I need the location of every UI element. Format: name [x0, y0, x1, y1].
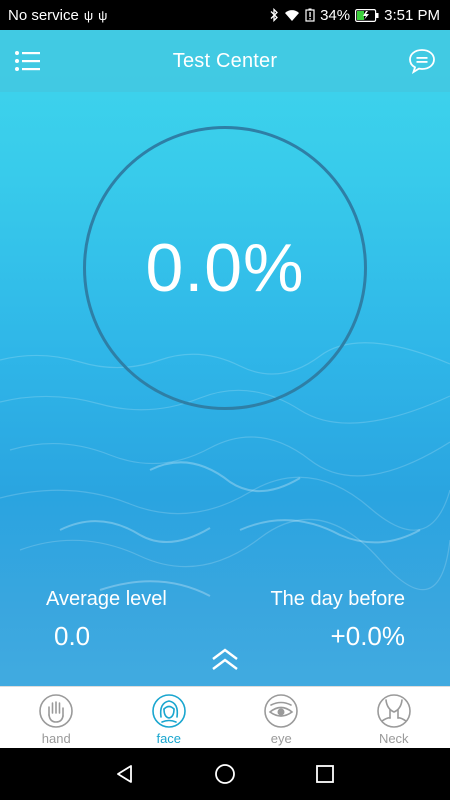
carrier-text: No service [8, 6, 79, 24]
tab-face[interactable]: face [113, 687, 226, 748]
status-time: 3:51 PM [384, 6, 440, 24]
home-button[interactable] [213, 762, 237, 786]
bottom-tab-bar: hand face eye Neck [0, 686, 450, 748]
home-circle-icon [215, 764, 235, 784]
status-right: 34% 3:51 PM [269, 7, 440, 24]
back-button[interactable] [113, 762, 137, 786]
day-before-label: The day before [270, 588, 405, 610]
status-bar: No service ψ ψ 34% 3:51 PM [0, 0, 450, 30]
double-chevron-up-icon [212, 648, 238, 670]
result-gauge: 0.0% [83, 126, 367, 410]
tab-label: face [156, 731, 182, 746]
gauge-value: 0.0% [145, 230, 305, 306]
neck-icon [376, 694, 411, 728]
tab-eye[interactable]: eye [225, 687, 338, 748]
hand-icon [39, 694, 74, 728]
page-title: Test Center [172, 49, 278, 72]
average-level-label: Average level [46, 588, 167, 610]
menu-button[interactable] [14, 49, 42, 73]
recents-square-icon [316, 765, 334, 783]
tab-label: Neck [378, 731, 409, 746]
battery-charging-icon [355, 8, 379, 22]
tab-neck[interactable]: Neck [338, 687, 450, 748]
face-icon [151, 694, 186, 728]
recents-button[interactable] [313, 762, 337, 786]
usb-icon: ψ [83, 7, 94, 23]
app-screen: Test Center 0.0% Average level 0.0 The d… [0, 30, 450, 748]
tab-hand[interactable]: hand [0, 687, 113, 748]
expand-button[interactable] [209, 647, 241, 673]
bluetooth-icon [269, 8, 279, 22]
usb-icon: ψ [98, 7, 108, 23]
eye-icon [264, 694, 299, 728]
battery-alert-icon [305, 8, 315, 22]
battery-percent: 34% [320, 6, 351, 24]
average-level-value: 0.0 [54, 621, 91, 651]
list-menu-icon [15, 51, 40, 71]
chat-bubble-icon [409, 49, 435, 75]
back-triangle-icon [117, 765, 132, 783]
status-left: No service ψ ψ [8, 7, 107, 24]
tab-label: hand [41, 731, 71, 746]
app-header: Test Center [0, 30, 450, 92]
tab-label: eye [270, 731, 292, 746]
day-before-value: +0.0% [330, 621, 405, 651]
system-nav-bar [0, 748, 450, 800]
chat-button[interactable] [408, 48, 436, 75]
wifi-icon [284, 9, 300, 22]
